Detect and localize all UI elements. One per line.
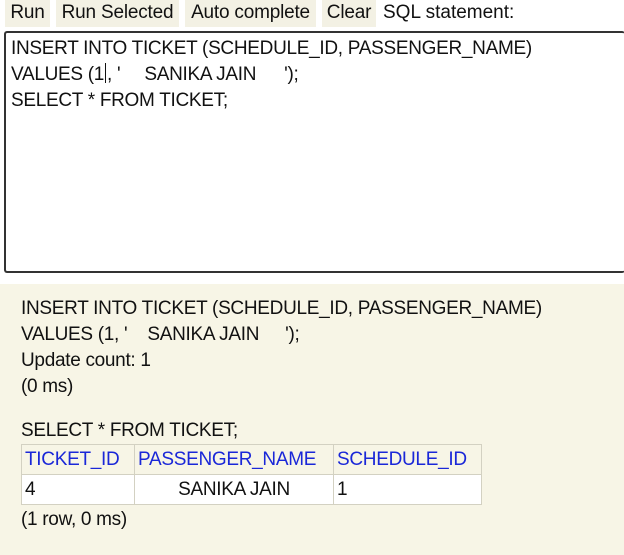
timing-2: (1 row, 0 ms) [21,509,127,530]
result-values-prefix: VALUES (1, ' [21,324,128,345]
sql-statement-label: SQL statement: [383,2,515,23]
toolbar: Run Run Selected Auto complete Clear SQL… [0,0,624,28]
result-passenger-name: SANIKA JAIN [147,324,260,345]
cell-passenger-name: SANIKA JAIN [134,474,334,505]
result-table: TICKET_ID PASSENGER_NAME SCHEDULE_ID 4 S… [21,444,482,505]
result-statement-1-line-1: INSERT INTO TICKET (SCHEDULE_ID, PASSENG… [21,298,542,319]
timing-1: (0 ms) [21,376,74,397]
result-statement-1-line-2: VALUES (1, ' SANIKA JAIN '); [21,322,624,348]
sql-editor[interactable]: INSERT INTO TICKET (SCHEDULE_ID, PASSENG… [4,31,624,273]
result-statement-2: SELECT * FROM TICKET; [21,420,238,441]
editor-line-1: INSERT INTO TICKET (SCHEDULE_ID, PASSENG… [11,38,532,59]
auto-complete-button[interactable]: Auto complete [185,0,317,27]
editor-values-prefix: VALUES (1 [11,64,105,85]
editor-line-2: VALUES (1, ' SANIKA JAIN '); [11,62,624,88]
run-selected-button[interactable]: Run Selected [56,0,180,27]
editor-line-3: SELECT * FROM TICKET; [11,90,228,111]
table-header-row: TICKET_ID PASSENGER_NAME SCHEDULE_ID [21,444,482,475]
panel-splitter[interactable] [0,274,624,290]
run-button[interactable]: Run [5,0,51,27]
update-count: Update count: 1 [21,350,151,371]
column-header-ticket-id[interactable]: TICKET_ID [21,444,135,475]
result-values-suffix: '); [285,324,300,345]
table-row: 4 SANIKA JAIN 1 [21,474,482,505]
column-header-passenger-name[interactable]: PASSENGER_NAME [134,444,334,475]
clear-button[interactable]: Clear [322,0,377,27]
cell-ticket-id: 4 [21,474,135,505]
text-caret [105,63,107,83]
cell-schedule-id: 1 [333,474,482,505]
column-header-schedule-id[interactable]: SCHEDULE_ID [333,444,482,475]
editor-passenger-name: SANIKA JAIN [144,64,257,85]
editor-values-suffix: '); [284,64,299,85]
result-panel: INSERT INTO TICKET (SCHEDULE_ID, PASSENG… [0,284,624,555]
editor-values-sep: , ' [107,64,121,85]
